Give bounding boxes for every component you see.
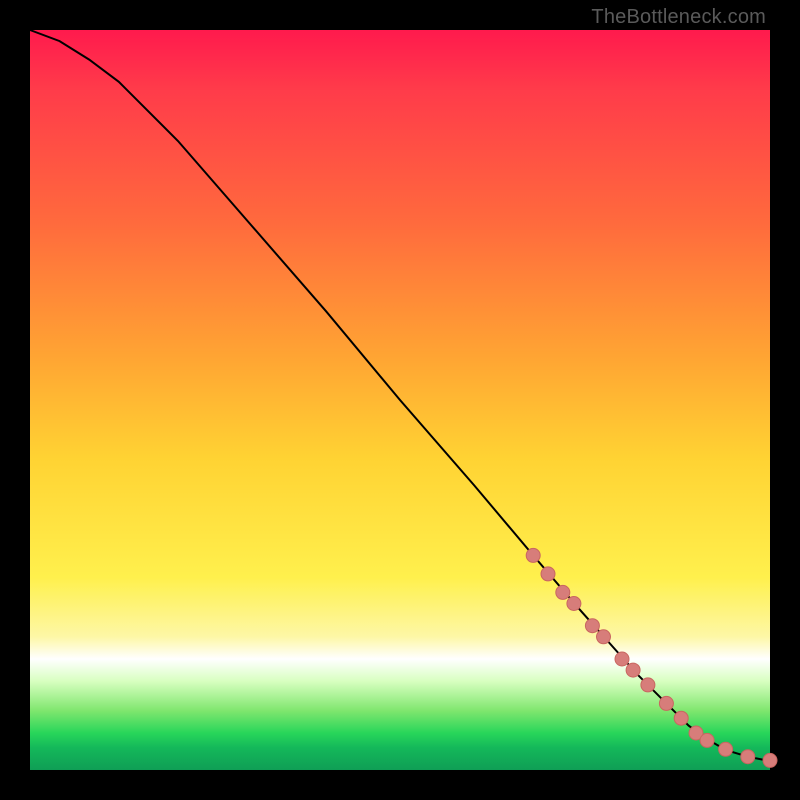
- data-marker: [741, 750, 755, 764]
- marker-group: [526, 548, 777, 767]
- data-marker: [700, 733, 714, 747]
- chart-frame: TheBottleneck.com: [0, 0, 800, 800]
- data-marker: [719, 742, 733, 756]
- data-marker: [615, 652, 629, 666]
- chart-svg: [30, 30, 770, 770]
- data-marker: [659, 696, 673, 710]
- data-marker: [585, 619, 599, 633]
- data-marker: [541, 567, 555, 581]
- data-marker: [597, 630, 611, 644]
- data-marker: [674, 711, 688, 725]
- data-marker: [567, 597, 581, 611]
- data-marker: [626, 663, 640, 677]
- data-marker: [526, 548, 540, 562]
- data-marker: [641, 678, 655, 692]
- data-marker: [763, 753, 777, 767]
- curve-path: [30, 30, 770, 760]
- data-marker: [556, 585, 570, 599]
- attribution-label: TheBottleneck.com: [591, 6, 766, 29]
